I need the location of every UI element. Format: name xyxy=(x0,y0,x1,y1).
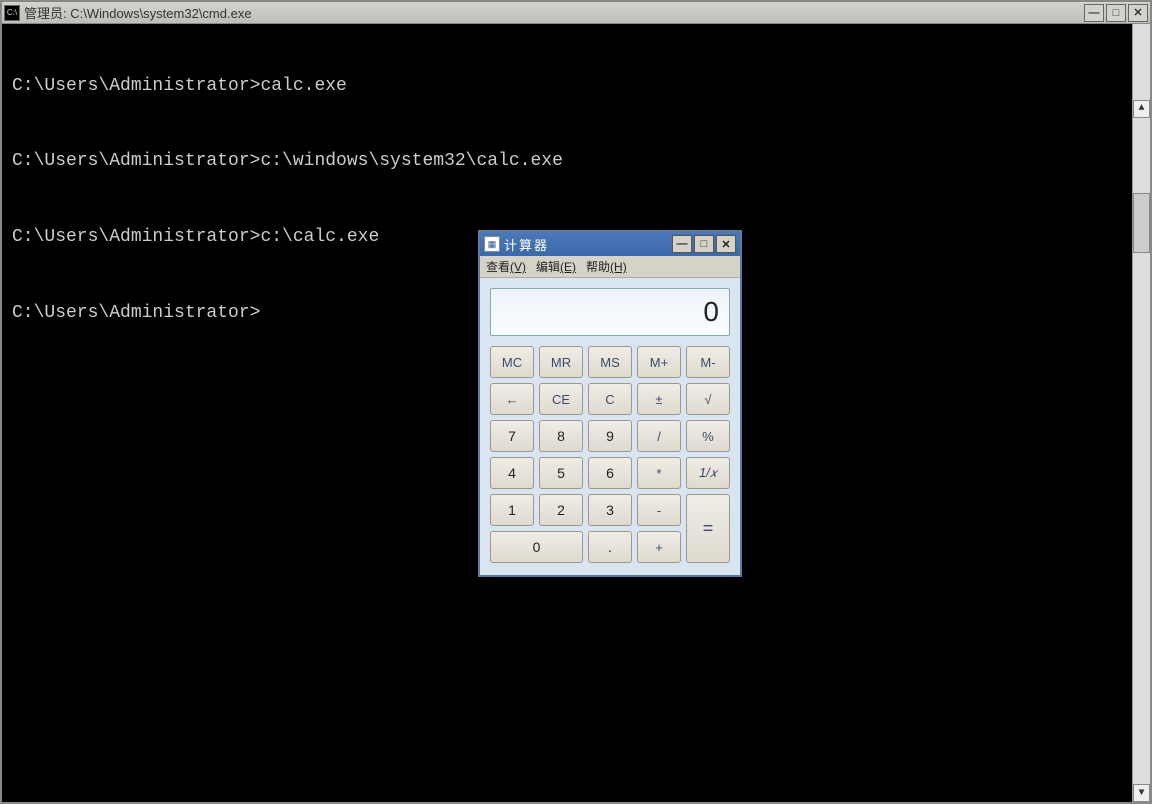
cmd-close-button[interactable]: ✕ xyxy=(1128,4,1148,22)
cmd-title: 管理员: C:\Windows\system32\cmd.exe xyxy=(24,3,1084,22)
key-reciprocal[interactable]: 1/𝑥 xyxy=(686,457,730,489)
menu-edit-label: 编辑 xyxy=(536,260,560,274)
menu-edit[interactable]: 编辑(E) xyxy=(536,258,576,275)
key-mc[interactable]: MC xyxy=(490,346,534,378)
key-equals[interactable]: = xyxy=(686,494,730,563)
calc-minimize-button[interactable]: — xyxy=(672,235,692,253)
calc-keypad: MC MR MS M+ M- ← CE C ± √ 7 8 9 / % 4 5 … xyxy=(490,346,730,563)
calculator-icon: ▦ xyxy=(484,236,500,252)
calc-display: 0 xyxy=(490,288,730,336)
key-c[interactable]: C xyxy=(588,383,632,415)
cmd-window-buttons: — □ ✕ xyxy=(1084,4,1148,22)
calc-maximize-button[interactable]: □ xyxy=(694,235,714,253)
calc-titlebar[interactable]: ▦ 计算器 — □ ✕ xyxy=(480,232,740,256)
cmd-scrollbar[interactable]: ▲ ▼ xyxy=(1132,24,1150,802)
key-add[interactable]: + xyxy=(637,531,681,563)
menu-help[interactable]: 帮助(H) xyxy=(586,258,627,275)
calc-body: 0 MC MR MS M+ M- ← CE C ± √ 7 8 9 / % 4 … xyxy=(480,278,740,575)
cmd-maximize-button[interactable]: □ xyxy=(1106,4,1126,22)
key-divide[interactable]: / xyxy=(637,420,681,452)
menu-view-key: (V) xyxy=(510,260,526,274)
key-multiply[interactable]: * xyxy=(637,457,681,489)
cmd-line: C:\Users\Administrator>calc.exe xyxy=(12,76,347,96)
cmd-titlebar[interactable]: C:\ 管理员: C:\Windows\system32\cmd.exe — □… xyxy=(2,2,1150,24)
cmd-line: C:\Users\Administrator> xyxy=(12,303,260,323)
key-3[interactable]: 3 xyxy=(588,494,632,526)
menu-edit-key: (E) xyxy=(560,260,576,274)
key-4[interactable]: 4 xyxy=(490,457,534,489)
menu-view-label: 查看 xyxy=(486,260,510,274)
key-subtract[interactable]: - xyxy=(637,494,681,526)
key-mplus[interactable]: M+ xyxy=(637,346,681,378)
key-percent[interactable]: % xyxy=(686,420,730,452)
key-6[interactable]: 6 xyxy=(588,457,632,489)
scroll-down-icon[interactable]: ▼ xyxy=(1133,784,1150,802)
cmd-icon: C:\ xyxy=(4,5,20,21)
calc-close-button[interactable]: ✕ xyxy=(716,235,736,253)
key-mminus[interactable]: M- xyxy=(686,346,730,378)
menu-help-key: (H) xyxy=(610,260,627,274)
key-2[interactable]: 2 xyxy=(539,494,583,526)
key-ce[interactable]: CE xyxy=(539,383,583,415)
key-9[interactable]: 9 xyxy=(588,420,632,452)
key-ms[interactable]: MS xyxy=(588,346,632,378)
calc-title: 计算器 xyxy=(504,235,672,254)
scroll-thumb[interactable] xyxy=(1133,193,1150,253)
menu-view[interactable]: 查看(V) xyxy=(486,258,526,275)
key-plusminus[interactable]: ± xyxy=(637,383,681,415)
key-decimal[interactable]: . xyxy=(588,531,632,563)
key-7[interactable]: 7 xyxy=(490,420,534,452)
calc-window-buttons: — □ ✕ xyxy=(672,235,736,253)
cmd-line: C:\Users\Administrator>c:\windows\system… xyxy=(12,151,563,171)
cmd-line: C:\Users\Administrator>c:\calc.exe xyxy=(12,227,379,247)
key-mr[interactable]: MR xyxy=(539,346,583,378)
calc-menubar: 查看(V) 编辑(E) 帮助(H) xyxy=(480,256,740,278)
calculator-window: ▦ 计算器 — □ ✕ 查看(V) 编辑(E) 帮助(H) 0 MC MR MS… xyxy=(478,230,742,577)
key-0[interactable]: 0 xyxy=(490,531,583,563)
menu-help-label: 帮助 xyxy=(586,260,610,274)
key-8[interactable]: 8 xyxy=(539,420,583,452)
key-5[interactable]: 5 xyxy=(539,457,583,489)
key-backspace[interactable]: ← xyxy=(490,383,534,415)
key-1[interactable]: 1 xyxy=(490,494,534,526)
cmd-minimize-button[interactable]: — xyxy=(1084,4,1104,22)
scroll-up-icon[interactable]: ▲ xyxy=(1133,100,1150,118)
key-sqrt[interactable]: √ xyxy=(686,383,730,415)
